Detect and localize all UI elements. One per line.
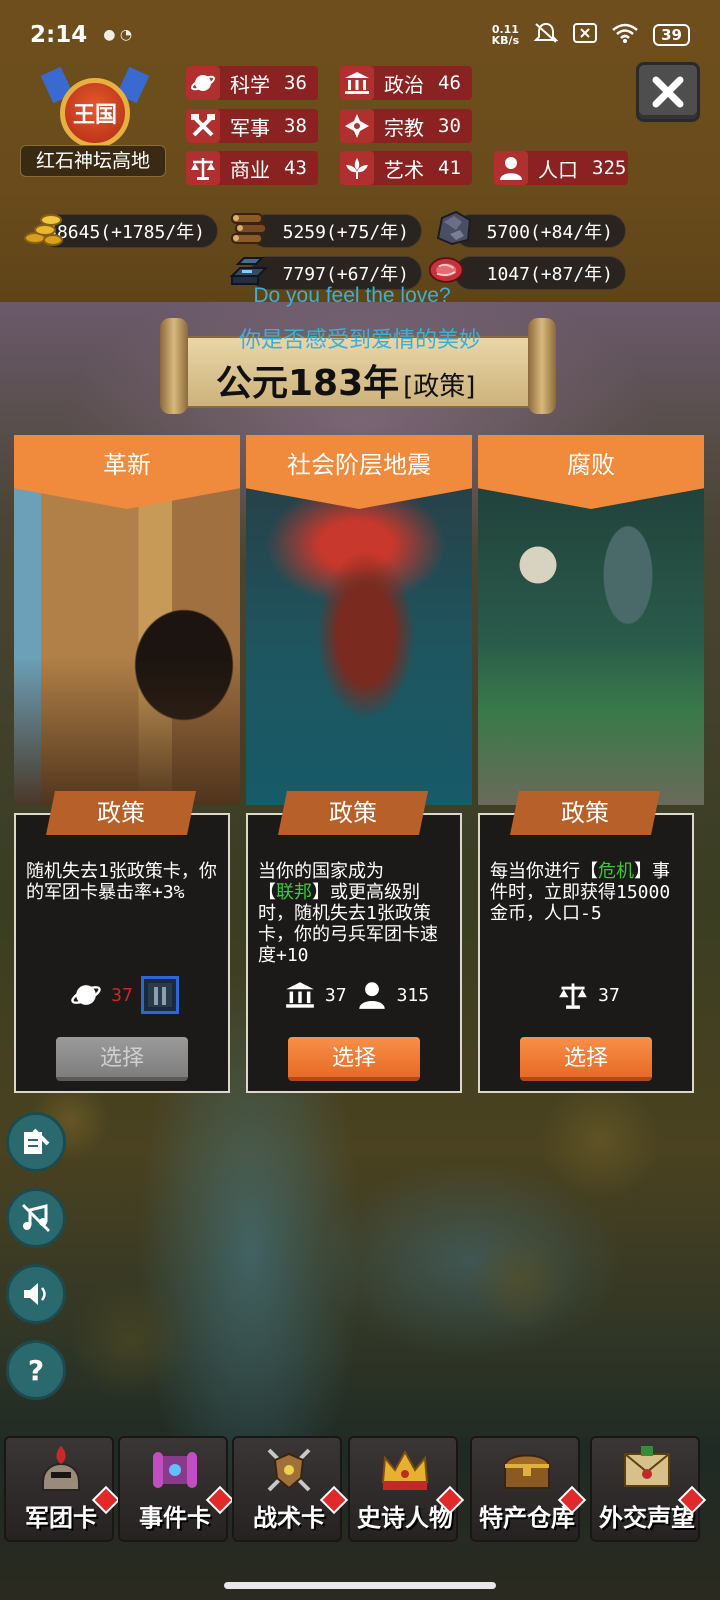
sound-toggle-button[interactable]: [6, 1264, 66, 1324]
quest-log-button[interactable]: [6, 1112, 66, 1172]
crossed-tools-icon: [186, 109, 220, 143]
help-icon: ?: [27, 1353, 45, 1387]
crown-icon: [374, 1440, 436, 1500]
card-type-tag: 政策: [278, 791, 428, 835]
card-body: 当你的国家成为 【联邦】或更高级别时，随机失去1张政策卡，你的弓兵军团卡速度+1…: [246, 813, 462, 1093]
treasure-chest-icon: [496, 1440, 558, 1500]
help-button[interactable]: ?: [6, 1340, 66, 1400]
close-icon: [652, 76, 684, 108]
status-bar: 2:14 ● ◔ 0.11 KB/s 39: [0, 0, 720, 70]
status-time: 2:14: [30, 22, 88, 48]
music-muted-icon: [21, 1203, 51, 1233]
status-notification-icons: ● ◔: [103, 27, 133, 43]
tab-specialty-warehouse[interactable]: 特产仓库: [470, 1436, 587, 1542]
stat-commerce[interactable]: 商业 43: [186, 151, 318, 185]
home-indicator[interactable]: [224, 1582, 496, 1589]
stat-military[interactable]: 军事 38: [186, 109, 318, 143]
person-icon: [355, 978, 389, 1012]
resource-gold: 58645(+1785/年): [40, 214, 218, 248]
kingdom-rank-badge: 王国: [60, 78, 130, 148]
background-forest: [0, 1080, 720, 1440]
requirement-value: 37: [598, 984, 620, 1006]
tab-event-cards[interactable]: 事件卡: [118, 1436, 235, 1542]
network-speed: 0.11 KB/s: [491, 23, 520, 47]
year-phase-tag: [政策]: [403, 372, 476, 402]
requirement-value: 315: [396, 984, 430, 1006]
stone-ore-icon: [432, 208, 476, 248]
policy-card-3[interactable]: 腐败 政策 每当你进行【危机】事件时，立即获得15000金币，人口-5 37 选…: [478, 435, 704, 1093]
resource-stone: 5700(+84/年): [454, 214, 626, 248]
sim-x-icon: [573, 23, 598, 47]
lyric-english: Do you feel the love?: [253, 284, 451, 307]
card-description: 当你的国家成为 【联邦】或更高级别时，随机失去1张政策卡，你的弓兵军团卡速度+1…: [258, 861, 438, 966]
policy-card-2[interactable]: 社会阶层地震 政策 当你的国家成为 【联邦】或更高级别时，随机失去1张政策卡，你…: [246, 435, 472, 1093]
scales-icon: [556, 978, 590, 1012]
card-type-tag: 政策: [510, 791, 660, 835]
card-requirements: 37: [16, 975, 232, 1015]
select-button[interactable]: 选择: [288, 1037, 420, 1081]
kingdom-emblem[interactable]: 王国: [40, 66, 150, 150]
government-building-icon: [283, 978, 317, 1012]
religion-cross-icon: [340, 109, 374, 143]
envelope-icon: [616, 1440, 678, 1500]
card-thumbnail[interactable]: [140, 976, 179, 1014]
shield-swords-icon: [258, 1440, 320, 1500]
card-body: 随机失去1张政策卡，你的军团卡暴击率+3% 37 选择: [14, 813, 230, 1093]
mute-icon: [533, 22, 559, 48]
helmet-icon: [30, 1440, 92, 1500]
card-body: 每当你进行【危机】事件时，立即获得15000金币，人口-5 37 选择: [478, 813, 694, 1093]
battery-indicator: 39: [653, 24, 690, 46]
sound-icon: [24, 1283, 46, 1305]
year-title: 公元183年 [政策]: [216, 354, 516, 406]
header-panel: 2:14 ● ◔ 0.11 KB/s 39 王国 红石神坛高地 科学 36 政治…: [0, 0, 720, 302]
close-button[interactable]: [636, 62, 700, 122]
scales-icon: [186, 151, 220, 185]
card-description: 每当你进行【危机】事件时，立即获得15000金币，人口-5: [490, 861, 671, 924]
tab-legion-cards[interactable]: 军团卡: [4, 1436, 121, 1542]
wifi-icon: [611, 22, 639, 48]
requirement-value: 37: [111, 984, 133, 1006]
scroll-icon: [144, 1440, 206, 1500]
tab-diplomatic-reputation[interactable]: 外交声望: [590, 1436, 707, 1542]
art-flower-icon: [340, 151, 374, 185]
person-icon: [494, 151, 528, 185]
government-building-icon: [340, 66, 374, 100]
year-label: 公元183年: [216, 363, 400, 404]
requirement-value: 37: [324, 984, 347, 1006]
stat-population[interactable]: 人口 325: [494, 151, 628, 185]
select-button-disabled[interactable]: 选择: [56, 1037, 188, 1081]
tab-tactic-cards[interactable]: 战术卡: [232, 1436, 349, 1542]
stat-science[interactable]: 科学 36: [186, 66, 318, 100]
gold-coins-icon: [22, 208, 66, 248]
lyric-chinese: 你是否感受到爱情的美妙: [238, 328, 481, 353]
kingdom-name: 红石神坛高地: [20, 145, 166, 177]
stat-art[interactable]: 艺术 41: [340, 151, 472, 185]
quest-log-icon: [24, 1128, 50, 1154]
planet-icon: [186, 66, 220, 100]
bottom-tab-bar: 军团卡 事件卡 战术卡 史诗人物 特产仓库 外交声望: [0, 1426, 720, 1556]
wood-logs-icon: [228, 208, 272, 248]
highlight-keyword: 联邦: [276, 882, 312, 903]
select-button[interactable]: 选择: [520, 1037, 652, 1081]
card-requirements: 37 315: [248, 975, 464, 1015]
stat-politics[interactable]: 政治 46: [340, 66, 472, 100]
status-right-icons: 0.11 KB/s 39: [492, 22, 690, 48]
card-type-tag: 政策: [46, 791, 196, 835]
policy-card-1[interactable]: 革新 政策 随机失去1张政策卡，你的军团卡暴击率+3% 37 选择: [14, 435, 240, 1093]
tab-epic-characters[interactable]: 史诗人物: [348, 1436, 465, 1542]
resource-wood: 5259(+75/年): [250, 214, 422, 248]
card-requirements: 37: [480, 975, 696, 1015]
highlight-keyword: 危机: [598, 861, 634, 882]
card-description: 随机失去1张政策卡，你的军团卡暴击率+3%: [26, 861, 217, 903]
music-toggle-button[interactable]: [6, 1188, 66, 1248]
planet-icon: [69, 978, 103, 1012]
stat-religion[interactable]: 宗教 30: [340, 109, 472, 143]
